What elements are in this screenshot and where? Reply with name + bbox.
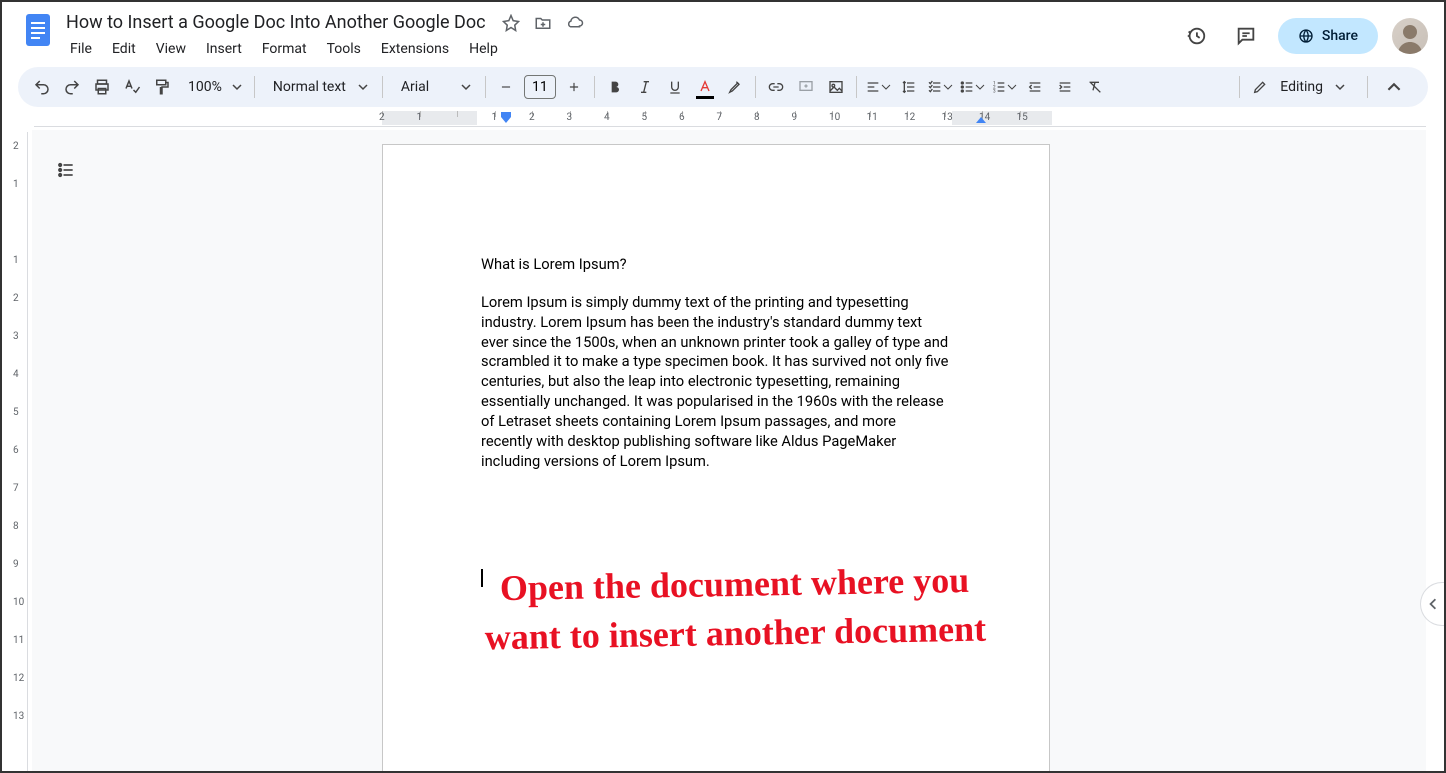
clear-format-icon[interactable] xyxy=(1081,73,1109,101)
header: How to Insert a Google Doc Into Another … xyxy=(2,2,1444,61)
increase-font-icon[interactable] xyxy=(560,73,588,101)
style-value: Normal text xyxy=(269,79,350,95)
document-canvas[interactable]: What is Lorem Ipsum? Lorem Ipsum is simp… xyxy=(32,130,1426,771)
line-spacing-icon[interactable] xyxy=(895,73,923,101)
numbered-list-icon[interactable]: 123 xyxy=(989,73,1019,101)
highlight-icon[interactable] xyxy=(721,73,749,101)
font-size-input[interactable]: 11 xyxy=(524,75,556,99)
star-icon[interactable] xyxy=(502,14,520,32)
horizontal-ruler[interactable]: 21123456789101112131415 xyxy=(2,111,1444,127)
globe-lock-icon xyxy=(1298,28,1314,44)
zoom-picker[interactable]: 100% xyxy=(178,79,248,95)
font-value: Arial xyxy=(397,79,433,95)
chevron-down-icon xyxy=(358,82,368,92)
title-area: How to Insert a Google Doc Into Another … xyxy=(62,10,1178,61)
move-icon[interactable] xyxy=(534,14,552,32)
add-comment-icon[interactable] xyxy=(792,73,820,101)
doc-heading[interactable]: What is Lorem Ipsum? xyxy=(481,255,951,275)
align-icon[interactable] xyxy=(863,73,893,101)
paint-format-icon[interactable] xyxy=(148,73,176,101)
spellcheck-icon[interactable] xyxy=(118,73,146,101)
insert-link-icon[interactable] xyxy=(762,73,790,101)
menu-edit[interactable]: Edit xyxy=(104,37,144,61)
undo-icon[interactable] xyxy=(28,73,56,101)
paragraph-style-picker[interactable]: Normal text xyxy=(261,79,376,95)
comments-icon[interactable] xyxy=(1228,18,1264,54)
underline-icon[interactable] xyxy=(661,73,689,101)
menu-format[interactable]: Format xyxy=(254,37,315,61)
annotation-overlay: Open the document where you want to inse… xyxy=(474,555,996,661)
print-icon[interactable] xyxy=(88,73,116,101)
mode-value: Editing xyxy=(1276,79,1327,95)
toolbar: 100% Normal text Arial 11 123 Editing xyxy=(18,67,1428,107)
share-button[interactable]: Share xyxy=(1278,18,1378,54)
chevron-down-icon xyxy=(232,82,242,92)
vertical-ruler[interactable]: 2112345678910111213 xyxy=(10,132,28,771)
indent-marker-right[interactable] xyxy=(976,117,986,125)
increase-indent-icon[interactable] xyxy=(1051,73,1079,101)
collapse-toolbar-icon[interactable] xyxy=(1380,73,1408,101)
font-picker[interactable]: Arial xyxy=(389,79,479,95)
zoom-value: 100% xyxy=(184,79,226,95)
editing-mode-picker[interactable]: Editing xyxy=(1225,73,1418,101)
history-icon[interactable] xyxy=(1178,18,1214,54)
pencil-icon xyxy=(1252,79,1268,95)
menu-help[interactable]: Help xyxy=(461,37,506,61)
menu-bar: File Edit View Insert Format Tools Exten… xyxy=(62,37,1178,61)
menu-view[interactable]: View xyxy=(148,37,194,61)
italic-icon[interactable] xyxy=(631,73,659,101)
insert-image-icon[interactable] xyxy=(822,73,850,101)
decrease-indent-icon[interactable] xyxy=(1021,73,1049,101)
cloud-status-icon[interactable] xyxy=(566,14,584,32)
chevron-down-icon xyxy=(461,82,471,92)
share-label: Share xyxy=(1322,28,1358,44)
bold-icon[interactable] xyxy=(601,73,629,101)
decrease-font-icon[interactable] xyxy=(492,73,520,101)
account-avatar[interactable] xyxy=(1392,18,1428,54)
doc-paragraph[interactable]: Lorem Ipsum is simply dummy text of the … xyxy=(481,293,951,472)
document-title[interactable]: How to Insert a Google Doc Into Another … xyxy=(62,10,490,35)
docs-logo-icon[interactable] xyxy=(18,10,58,50)
checklist-icon[interactable] xyxy=(925,73,955,101)
menu-extensions[interactable]: Extensions xyxy=(373,37,457,61)
indent-marker-left[interactable] xyxy=(501,112,511,124)
text-color-icon[interactable] xyxy=(691,73,719,101)
menu-tools[interactable]: Tools xyxy=(319,37,369,61)
chevron-down-icon xyxy=(1335,82,1345,92)
bulleted-list-icon[interactable] xyxy=(957,73,987,101)
outline-toggle-icon[interactable] xyxy=(48,152,84,188)
menu-file[interactable]: File xyxy=(62,37,100,61)
redo-icon[interactable] xyxy=(58,73,86,101)
document-page[interactable]: What is Lorem Ipsum? Lorem Ipsum is simp… xyxy=(382,144,1050,771)
menu-insert[interactable]: Insert xyxy=(198,37,250,61)
svg-text:3: 3 xyxy=(993,88,996,94)
